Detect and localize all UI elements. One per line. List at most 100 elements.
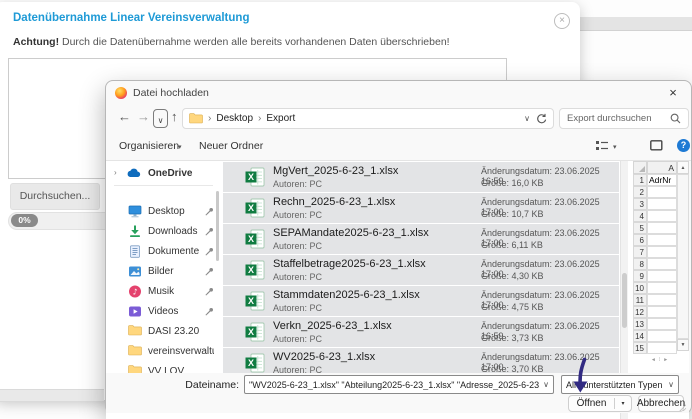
sidebar-item-videos[interactable]: Videos [106,303,219,321]
row-number: 9 [633,270,647,282]
page-title: Datenübernahme Linear Vereinsverwaltung [13,12,249,24]
breadcrumb-export[interactable]: Export [266,113,295,124]
sidebar-item-vereinsverwaltung[interactable]: vereinsverwaltung [106,343,219,361]
sidebar-scrollbar[interactable] [216,191,219,261]
pin-icon [205,287,214,296]
file-name: MgVert_2025-6-23_1.xlsx [273,165,398,177]
file-row[interactable]: X SEPAMandate2025-6-23_1.xlsx Autoren: P… [223,224,619,254]
scroll-up-icon[interactable]: ▲ [677,161,689,174]
cell-value [647,306,677,318]
cell-value [647,186,677,198]
chevron-down-icon: ∨ [664,380,678,389]
excel-file-icon: X [245,260,265,280]
file-row[interactable]: X Verkn_2025-6-23_1.xlsx Autoren: PC Änd… [223,317,619,347]
sidebar-item-music[interactable]: ♪ Musik [106,283,219,301]
breadcrumb[interactable]: › Desktop › Export ∨ [182,108,554,129]
cell-value [647,282,677,294]
file-row[interactable]: X Staffelbetrage2025-6-23_1.xlsx Autoren… [223,255,619,285]
pin-icon [205,227,214,236]
cancel-button[interactable]: Abbrechen [638,395,684,412]
excel-file-icon: X [245,353,265,373]
row-number: 5 [633,222,647,234]
row-number: 13 [633,318,647,330]
chevron-right-icon: › [258,113,261,124]
browse-button[interactable]: Durchsuchen... [10,183,100,210]
filetype-value: Alle unterstützten Typen (*.xls;* [562,380,664,390]
resize-grip-icon[interactable] [679,404,686,411]
file-authors: Autoren: PC [273,210,322,220]
filetype-combobox[interactable]: Alle unterstützten Typen (*.xls;* ∨ [561,375,679,394]
row-number: 1 [633,174,647,186]
view-mode-icon[interactable] [596,140,609,152]
svg-text:X: X [248,265,254,275]
cell-value [647,210,677,222]
row-number: 15 [633,342,647,354]
sidebar-item-desktop[interactable]: Desktop [106,203,219,221]
excel-file-icon: X [245,291,265,311]
file-size: Größe: 16,0 KB [481,178,544,188]
file-authors: Autoren: PC [273,303,322,313]
folder-icon [128,325,142,336]
warning-text: Achtung! Durch die Datenübernahme werden… [13,36,450,48]
sidebar-item-pictures[interactable]: Bilder [106,263,219,281]
dialog-title: Datei hochladen [133,87,209,99]
preview-horizontal-nav[interactable]: ◄⁞► [635,357,687,363]
file-name: Verkn_2025-6-23_1.xlsx [273,320,392,332]
organize-button[interactable]: Organisieren [119,140,179,152]
folder-icon [189,113,203,124]
row-number: 7 [633,246,647,258]
forward-icon[interactable]: → [137,109,150,124]
videos-icon [128,305,142,318]
svg-text:X: X [248,234,254,244]
up-icon[interactable]: ↑ [171,109,178,124]
row-number: 8 [633,258,647,270]
recent-locations-button[interactable]: ∨ [153,109,168,128]
close-icon[interactable]: × [657,82,689,104]
file-row[interactable]: X Rechn_2025-6-23_1.xlsx Autoren: PC Änd… [223,193,619,223]
scroll-down-icon[interactable]: ▼ [677,339,689,351]
search-input[interactable]: Export durchsuchen [559,108,689,129]
pin-icon [205,307,214,316]
dialog-titlebar[interactable]: Datei hochladen × [106,81,691,105]
filename-value: "WV2025-6-23_1.xlsx" "Abteilung2025-6-23… [245,380,539,390]
cell-value [647,234,677,246]
filename-combobox[interactable]: "WV2025-6-23_1.xlsx" "Abteilung2025-6-23… [244,375,554,394]
sidebar-divider [114,185,213,186]
file-name: WV2025-6-23_1.xlsx [273,351,375,363]
file-authors: Autoren: PC [273,272,322,282]
sidebar-item-downloads[interactable]: Downloads [106,223,219,241]
sidebar-item-dasi[interactable]: DASI 23.20 [106,323,219,341]
close-icon[interactable]: × [554,13,570,29]
preview-pane-icon[interactable] [650,140,663,151]
pin-icon [205,207,214,216]
file-name: SEPAMandate2025-6-23_1.xlsx [273,227,429,239]
scrollbar-thumb[interactable] [622,273,627,328]
svg-text:X: X [248,172,254,182]
row-number: 6 [633,234,647,246]
pictures-icon [128,265,142,278]
expand-chevron-icon[interactable]: › [114,168,117,177]
sidebar-item-onedrive[interactable]: › OneDrive [106,165,219,183]
file-authors: Autoren: PC [273,334,322,344]
refresh-icon[interactable] [535,113,547,125]
file-row[interactable]: X MgVert_2025-6-23_1.xlsx Autoren: PC Än… [223,162,619,192]
view-dropdown-icon[interactable]: ▾ [613,143,617,151]
breadcrumb-desktop[interactable]: Desktop [216,113,253,124]
search-placeholder: Export durchsuchen [567,113,670,124]
sidebar-item-documents[interactable]: Dokumente [106,243,219,261]
dialog-toolbar: Organisieren ▾ Neuer Ordner ▾ ? [106,132,691,161]
row-number: 2 [633,186,647,198]
open-dropdown-icon[interactable]: ▾ [615,400,631,407]
back-icon[interactable]: ← [118,109,131,124]
pin-icon [205,267,214,276]
preview-scrollbar[interactable] [677,174,689,339]
help-icon[interactable]: ? [677,139,690,152]
row-number: 11 [633,294,647,306]
svg-text:X: X [248,203,254,213]
new-folder-button[interactable]: Neuer Ordner [199,140,263,152]
file-size: Größe: 3,73 KB [481,333,544,343]
cell-value [647,246,677,258]
file-row[interactable]: X Stammdaten2025-6-23_1.xlsx Autoren: PC… [223,286,619,316]
address-dropdown-icon[interactable]: ∨ [524,114,530,123]
open-button[interactable]: Öffnen ▾ [568,395,632,412]
